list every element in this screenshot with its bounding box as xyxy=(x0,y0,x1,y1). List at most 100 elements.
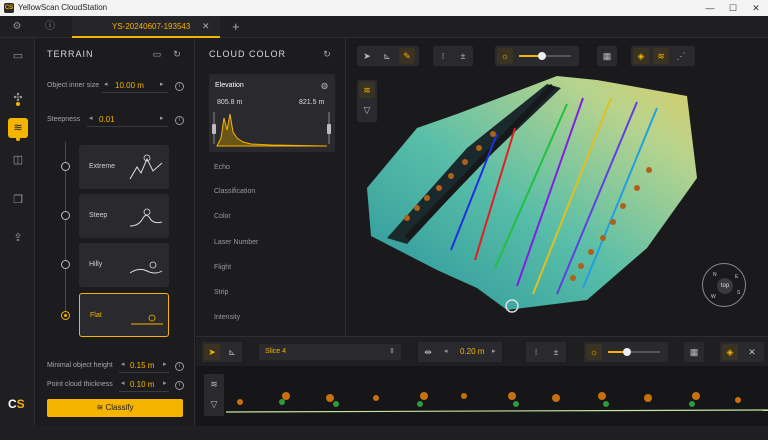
profile-side-toolbar: ≋ ▽ xyxy=(204,374,224,416)
export-icon[interactable]: ⇪ xyxy=(8,228,28,248)
slice-brightness-handle[interactable] xyxy=(623,348,631,356)
minimize-button[interactable]: — xyxy=(703,2,717,14)
decrement-icon[interactable]: ◂ xyxy=(444,347,448,355)
steepness-label: Steepness xyxy=(47,116,81,123)
status-bar xyxy=(0,426,768,440)
increment-icon[interactable]: ▸ xyxy=(160,80,164,88)
increment-icon[interactable]: ▸ xyxy=(163,379,167,387)
elevation-max: 821.5 m xyxy=(299,99,325,106)
steepness-stepper[interactable]: ◂ 0.01 ▸ xyxy=(87,113,168,127)
decrement-icon[interactable]: ◂ xyxy=(121,379,125,387)
preset-node-extreme[interactable] xyxy=(61,162,70,171)
extreme-terrain-icon xyxy=(129,154,163,180)
info-icon[interactable]: i xyxy=(175,362,184,371)
preset-node-flat[interactable] xyxy=(61,311,70,320)
pointer-icon[interactable]: ➤ xyxy=(204,344,220,360)
camera-icon[interactable]: ◫ xyxy=(8,150,28,170)
slice-width-icon: ⇹ xyxy=(424,347,432,357)
slice-toolbar: ➤ ⊾ Slice 4 ⇕ ⇹ ◂ 0.20 m ▸ ⁝ ± ☼ ▦ ◈ ✕ xyxy=(196,336,768,366)
classify-tool-icon[interactable]: ≋ xyxy=(206,376,222,392)
reset-icon[interactable]: ↻ xyxy=(320,47,334,61)
terrain-classify-icon[interactable]: ≋ xyxy=(8,118,28,138)
palette-icon[interactable]: ◍ xyxy=(321,81,328,90)
info-icon[interactable]: i xyxy=(175,381,184,390)
color-mode-laser-number[interactable]: Laser Number xyxy=(214,239,258,246)
elevation-card[interactable]: Elevation ◍ 805.8 m 821.5 m xyxy=(209,74,335,152)
slice-profile-view[interactable]: ≋ ▽ xyxy=(196,366,768,426)
tab-label: YS-20240607-193543 xyxy=(112,22,191,31)
chevron-updown-icon: ⇕ xyxy=(389,348,395,355)
add-tab-button[interactable]: + xyxy=(232,19,240,34)
color-mode-echo[interactable]: Echo xyxy=(214,164,230,171)
close-window-button[interactable]: ✕ xyxy=(749,2,763,14)
window-title: YellowScan CloudStation xyxy=(18,3,108,12)
preset-card-steep[interactable]: Steep xyxy=(79,194,169,238)
panel-title: TERRAIN xyxy=(47,49,94,59)
slice-tools: ➤ ⊾ xyxy=(202,342,242,362)
measure-icon[interactable]: ⊾ xyxy=(224,344,240,360)
color-mode-color[interactable]: Color xyxy=(214,213,231,220)
preset-card-flat[interactable]: Flat xyxy=(79,293,169,337)
slice-select[interactable]: Slice 4 ⇕ xyxy=(259,344,401,360)
point-size-icon[interactable]: ⁝ xyxy=(528,344,544,360)
open-folder-icon[interactable]: ▭ xyxy=(150,47,164,61)
terrain-panel: TERRAIN ▭ ↻ Object inner size ◂ 10.00 m … xyxy=(35,38,195,426)
reset-icon[interactable]: ↻ xyxy=(170,47,184,61)
point-cloud-thickness-stepper[interactable]: ◂ 0.10 m ▸ xyxy=(119,378,169,392)
tab-project[interactable]: YS-20240607-193543 ✕ xyxy=(72,16,220,38)
slice-name: Slice 4 xyxy=(265,348,287,355)
steep-terrain-icon xyxy=(129,208,163,227)
profile-render xyxy=(226,392,768,413)
plus-minus-icon[interactable]: ± xyxy=(548,344,564,360)
classify-button[interactable]: ≋ Classify xyxy=(47,399,183,417)
filter-icon[interactable]: ▽ xyxy=(206,396,222,412)
point-cloud-viewport[interactable]: ➤ ⊾ ✎ ⁝ ± ☼ ▦ ◈ ≋ ⋰ ≋ ▽ top N E S W xyxy=(347,38,768,336)
slice-width-control: ⇹ ◂ 0.20 m ▸ xyxy=(418,342,502,362)
elevation-min: 805.8 m xyxy=(217,99,243,106)
close-slice-icon[interactable]: ✕ xyxy=(744,344,760,360)
decrement-icon[interactable]: ◂ xyxy=(89,114,93,122)
increment-icon[interactable]: ▸ xyxy=(163,360,167,368)
elevation-histogram xyxy=(212,112,331,147)
decrement-icon[interactable]: ◂ xyxy=(104,80,108,88)
compass-west: W xyxy=(711,294,716,300)
preset-node-hilly[interactable] xyxy=(61,260,70,269)
maximize-button[interactable]: ☐ xyxy=(726,2,740,14)
preset-card-hilly[interactable]: Hilly xyxy=(79,243,169,287)
app-logo-icon: CS xyxy=(4,3,14,13)
preset-card-extreme[interactable]: Extreme xyxy=(79,145,169,189)
cloudstation-logo: CS xyxy=(8,397,25,411)
point-cloud-thickness-label: Point cloud thickness xyxy=(47,381,113,388)
layers-icon[interactable]: ❐ xyxy=(8,190,28,210)
info-icon[interactable]: i xyxy=(175,82,184,91)
slice-grid-toolbar: ▦ xyxy=(684,342,704,362)
preset-label: Extreme xyxy=(89,163,116,170)
point-cloud-thickness-value: 0.10 m xyxy=(130,380,155,389)
brightness-icon[interactable]: ☼ xyxy=(586,344,602,360)
settings-gear-icon[interactable]: ⚙ xyxy=(11,21,23,33)
info-icon[interactable]: i xyxy=(175,116,184,125)
panel-title: CLOUD COLOR xyxy=(209,49,287,59)
increment-icon[interactable]: ▸ xyxy=(160,114,164,122)
info-icon[interactable]: ⓘ xyxy=(44,21,56,33)
color-mode-classification[interactable]: Classification xyxy=(214,188,255,195)
compass-top-button[interactable]: top xyxy=(717,278,733,294)
object-inner-size-stepper[interactable]: ◂ 10.00 m ▸ xyxy=(102,79,168,93)
color-mode-intensity[interactable]: Intensity xyxy=(214,314,240,321)
view-compass[interactable]: top N E S W xyxy=(702,263,746,307)
color-mode-flight[interactable]: Flight xyxy=(214,264,231,271)
minimal-object-height-stepper[interactable]: ◂ 0.15 m ▸ xyxy=(119,359,169,373)
layer-toggle-icon[interactable]: ◈ xyxy=(722,344,738,360)
folder-icon[interactable]: ▭ xyxy=(8,46,28,66)
left-toolbar: ▭ ✣ ≋ ◫ ❐ ⇪ CS xyxy=(0,38,35,426)
color-mode-strip[interactable]: Strip xyxy=(214,289,228,296)
flat-terrain-icon xyxy=(131,314,163,325)
hilly-terrain-icon xyxy=(129,261,163,274)
preset-label: Flat xyxy=(90,312,102,319)
tab-close-button[interactable]: ✕ xyxy=(202,21,210,32)
grid-view-icon[interactable]: ▦ xyxy=(686,344,702,360)
preset-node-steep[interactable] xyxy=(61,211,70,220)
decrement-icon[interactable]: ◂ xyxy=(121,360,125,368)
object-inner-size-value: 10.00 m xyxy=(115,81,144,90)
increment-icon[interactable]: ▸ xyxy=(492,347,496,355)
